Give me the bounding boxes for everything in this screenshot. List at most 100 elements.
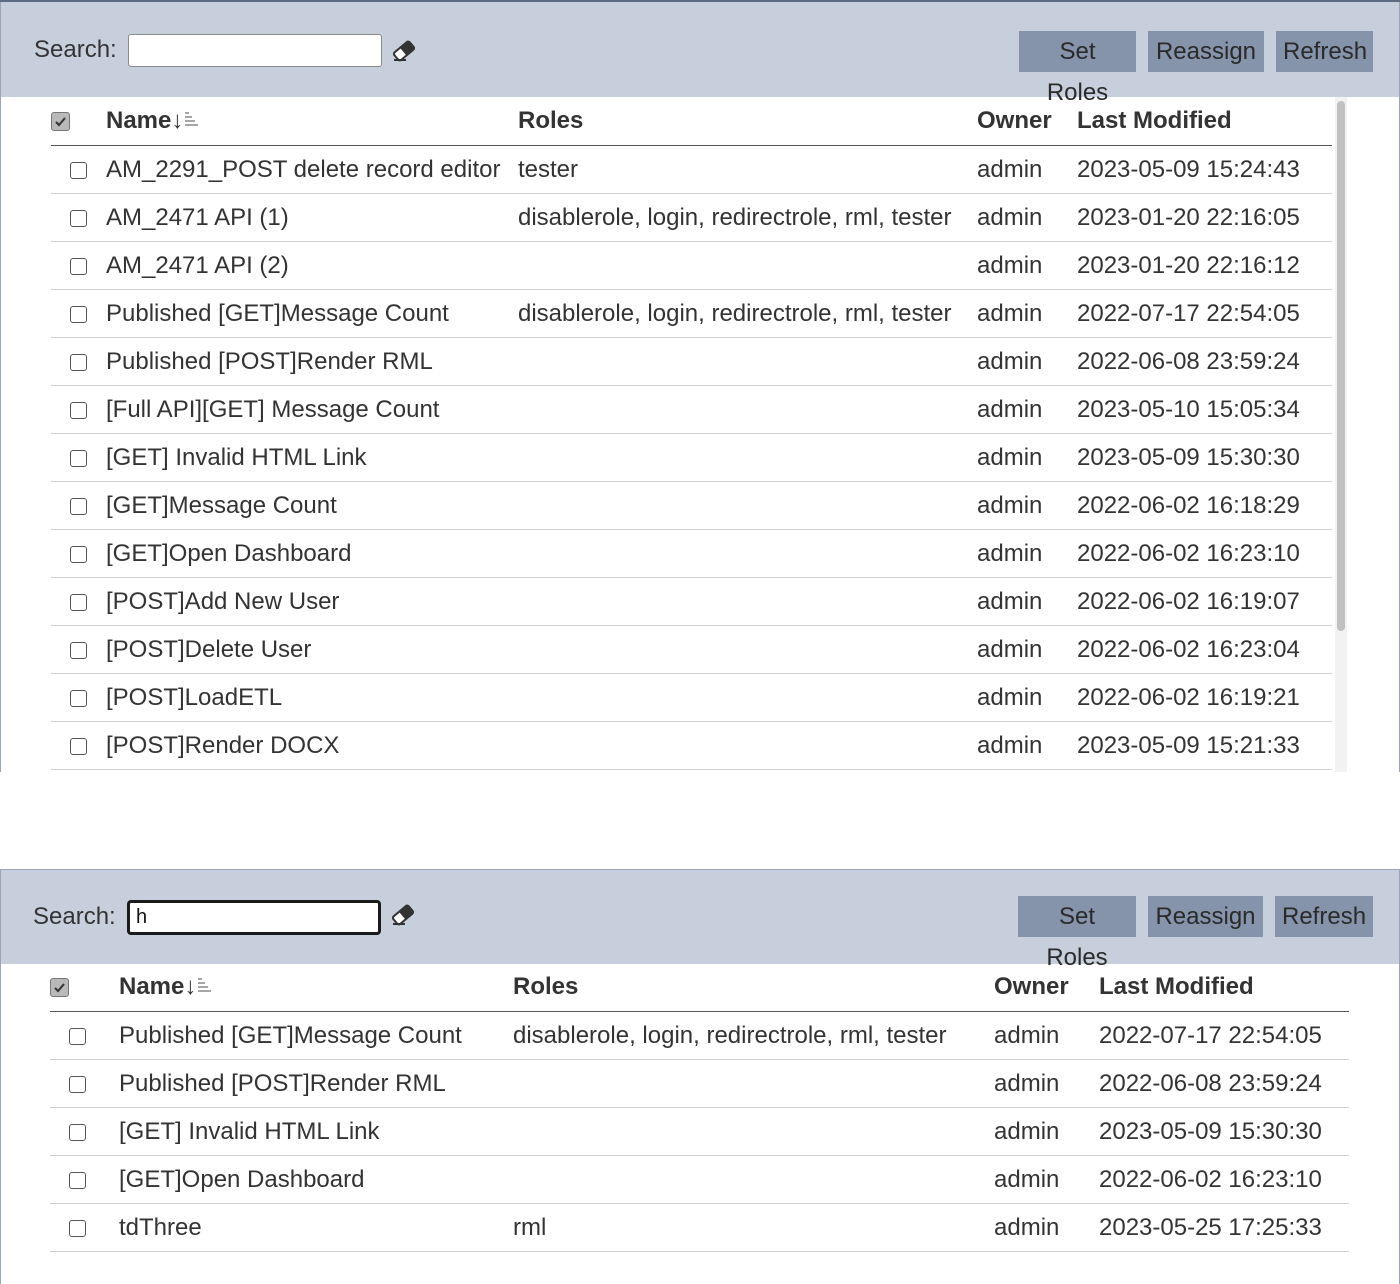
table-row[interactable]: [POST]Add New User admin 2022-06-02 16:19:…	[51, 577, 1332, 626]
cell-owner: admin	[994, 1059, 1099, 1108]
set-roles-button[interactable]: Set Roles	[1019, 31, 1136, 106]
table-row[interactable]: [GET]Message Count admin 2022-06-02 16:18:…	[51, 481, 1332, 530]
column-header-owner[interactable]: Owner	[994, 963, 1099, 1012]
eraser-icon[interactable]	[391, 40, 417, 62]
table-body: Published [GET]Message Count disablerole,…	[50, 1011, 1349, 1252]
row-checkbox[interactable]	[70, 641, 87, 659]
search-input[interactable]	[127, 900, 381, 935]
cell-name[interactable]: [Full API][GET] Message Count	[106, 385, 518, 434]
cell-name[interactable]: AM_2471 API (1)	[106, 193, 518, 242]
cell-name[interactable]: AM_2471 API (2)	[106, 241, 518, 290]
sort-lines-icon[interactable]	[197, 973, 212, 1001]
cell-name[interactable]: Published [POST]Render RML	[105, 1059, 509, 1108]
scrollbar-thumb[interactable]	[1337, 101, 1345, 631]
table-row[interactable]: AM_2291_POST delete record editor tester a…	[51, 145, 1332, 194]
table-row[interactable]: [POST]LoadETL admin 2022-06-02 16:19:21	[51, 673, 1332, 722]
table-row[interactable]: [GET] Invalid HTML Link admin 2023-05-09 1…	[50, 1107, 1349, 1156]
row-checkbox[interactable]	[69, 1027, 86, 1045]
table-row[interactable]: AM_2471 API (2) admin 2023-01-20 22:16:12	[51, 241, 1332, 290]
table-row[interactable]: [GET] Invalid HTML Link admin 2023-05-09 1…	[51, 433, 1332, 482]
column-header-owner[interactable]: Owner	[977, 97, 1077, 146]
cell-owner: admin	[994, 1011, 1099, 1060]
table-row[interactable]: Published [GET]Message Count disablerole,…	[51, 289, 1332, 338]
grid-area: Name↓ Roles Owner Last Modified AM_2291_…	[0, 97, 1400, 772]
cell-name[interactable]: [POST]Render DOCX	[106, 721, 518, 770]
reassign-button[interactable]: Reassign	[1148, 896, 1263, 937]
cell-name[interactable]: [POST]Add New User	[106, 577, 518, 626]
row-checkbox[interactable]	[69, 1123, 86, 1141]
column-header-last-modified[interactable]: Last Modified	[1077, 97, 1332, 146]
row-checkbox[interactable]	[70, 353, 87, 371]
table-row[interactable]: Published [POST]Render RML admin 2022-06-0…	[51, 337, 1332, 386]
search-label: Search:	[34, 36, 117, 63]
column-header-roles[interactable]: Roles	[509, 963, 994, 1012]
row-checkbox[interactable]	[70, 689, 87, 707]
table-row[interactable]: [Full API][GET] Message Count admin 2023-0…	[51, 385, 1332, 434]
row-checkbox[interactable]	[70, 593, 87, 611]
column-header-name[interactable]: Name↓	[105, 963, 509, 1012]
column-header-name-label: Name	[106, 107, 172, 134]
row-checkbox[interactable]	[70, 401, 87, 419]
toolbar: Search: Set Roles Reassign Refresh	[0, 2, 1400, 106]
row-checkbox[interactable]	[70, 161, 87, 179]
cell-owner: admin	[977, 145, 1077, 194]
reassign-button[interactable]: Reassign	[1148, 31, 1264, 72]
column-header-name[interactable]: Name↓	[106, 97, 518, 146]
row-checkbox[interactable]	[70, 305, 87, 323]
cell-last-modified: 2022-06-02 16:23:10	[1099, 1155, 1349, 1204]
row-checkbox[interactable]	[69, 1075, 86, 1093]
row-checkbox[interactable]	[70, 257, 87, 275]
row-checkbox[interactable]	[70, 545, 87, 563]
cell-name[interactable]: [GET] Invalid HTML Link	[106, 433, 518, 482]
row-checkbox-cell	[50, 1059, 105, 1108]
select-all-checkbox[interactable]	[51, 112, 70, 132]
cell-name[interactable]: [GET]Open Dashboard	[106, 529, 518, 578]
select-all-checkbox[interactable]	[50, 978, 69, 998]
cell-roles	[518, 625, 977, 674]
cell-name[interactable]: tdThree	[105, 1203, 509, 1252]
row-checkbox[interactable]	[70, 737, 87, 755]
row-checkbox-cell	[51, 385, 106, 434]
cell-name[interactable]: [GET]Open Dashboard	[105, 1155, 509, 1204]
row-checkbox-cell	[51, 145, 106, 194]
row-checkbox-cell	[51, 481, 106, 530]
table-row[interactable]: [POST]Delete User admin 2022-06-02 16:23:0…	[51, 625, 1332, 674]
column-header-roles[interactable]: Roles	[518, 97, 977, 146]
column-header-last-modified[interactable]: Last Modified	[1099, 963, 1349, 1012]
cell-owner: admin	[977, 241, 1077, 290]
refresh-button[interactable]: Refresh	[1275, 896, 1373, 937]
table-row[interactable]: tdThree rml admin 2023-05-25 17:25:33	[50, 1203, 1349, 1252]
set-roles-button[interactable]: Set Roles	[1018, 896, 1136, 971]
cell-last-modified: 2023-05-25 17:25:33	[1099, 1203, 1349, 1252]
cell-owner: admin	[977, 721, 1077, 770]
cell-name[interactable]: [GET] Invalid HTML Link	[105, 1107, 509, 1156]
sort-lines-icon[interactable]	[184, 107, 199, 135]
row-checkbox[interactable]	[70, 209, 87, 227]
cell-name[interactable]: [POST]Delete User	[106, 625, 518, 674]
row-checkbox[interactable]	[69, 1219, 86, 1237]
table-row[interactable]: Published [POST]Render RML admin 2022-06-0…	[50, 1059, 1349, 1108]
cell-last-modified: 2022-07-17 22:54:05	[1099, 1011, 1349, 1060]
cell-roles: tester	[518, 145, 977, 194]
table-row[interactable]: [GET]Open Dashboard admin 2022-06-02 16:23…	[51, 529, 1332, 578]
cell-name[interactable]: [POST]LoadETL	[106, 673, 518, 722]
row-checkbox[interactable]	[69, 1171, 86, 1189]
table-row[interactable]: AM_2471 API (1) disablerole, login, redir…	[51, 193, 1332, 242]
cell-owner: admin	[994, 1203, 1099, 1252]
cell-name[interactable]: AM_2291_POST delete record editor	[106, 145, 518, 194]
refresh-button[interactable]: Refresh	[1276, 31, 1373, 72]
cell-owner: admin	[977, 673, 1077, 722]
table-row[interactable]: [GET]Open Dashboard admin 2022-06-02 16:23…	[50, 1155, 1349, 1204]
row-checkbox-cell	[50, 1011, 105, 1060]
table-row[interactable]: Published [GET]Message Count disablerole,…	[50, 1011, 1349, 1060]
cell-name[interactable]: Published [GET]Message Count	[105, 1011, 509, 1060]
cell-name[interactable]: Published [POST]Render RML	[106, 337, 518, 386]
eraser-icon[interactable]	[390, 904, 416, 926]
search-input[interactable]	[128, 34, 382, 67]
row-checkbox[interactable]	[70, 497, 87, 515]
table-row[interactable]: [POST]Render DOCX admin 2023-05-09 15:21:3…	[51, 721, 1332, 770]
row-checkbox[interactable]	[70, 449, 87, 467]
cell-name[interactable]: [GET]Message Count	[106, 481, 518, 530]
cell-name[interactable]: Published [GET]Message Count	[106, 289, 518, 338]
cell-roles: disablerole, login, redirectrole, rml, t…	[509, 1011, 994, 1060]
